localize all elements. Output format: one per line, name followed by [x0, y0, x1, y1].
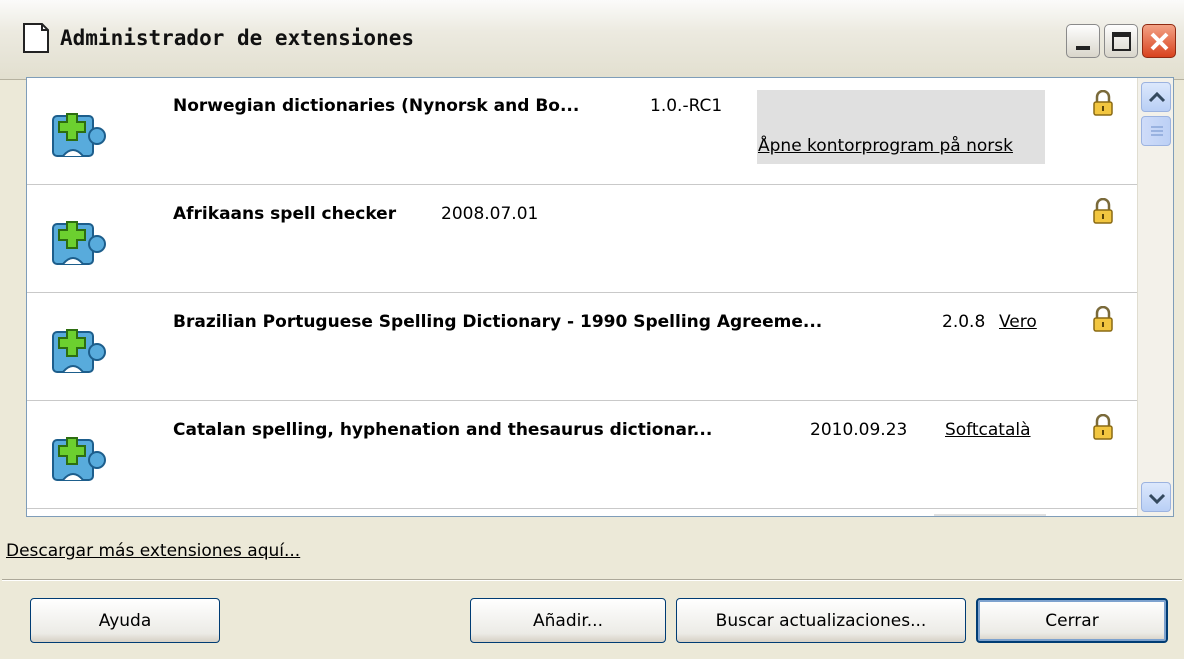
window-title: Administrador de extensiones — [60, 26, 415, 50]
extension-version: 2010.09.23 — [810, 420, 908, 440]
add-button[interactable]: Añadir... — [470, 598, 666, 643]
lock-icon — [1093, 414, 1113, 440]
scroll-up-button[interactable] — [1141, 82, 1171, 112]
title-bar[interactable]: Administrador de extensiones — [0, 0, 1184, 80]
minimize-button[interactable] — [1066, 24, 1100, 58]
extension-name: Catalan spelling, hyphenation and thesau… — [173, 420, 713, 440]
extension-row-partial[interactable] — [27, 510, 1137, 516]
puzzle-piece-plus-icon — [52, 113, 106, 157]
extension-name: Brazilian Portuguese Spelling Dictionary… — [173, 312, 823, 332]
grip-icon — [1151, 126, 1163, 136]
maximize-button[interactable] — [1104, 24, 1138, 58]
extension-name: Afrikaans spell checker — [173, 204, 397, 224]
list-scrollbar[interactable] — [1137, 78, 1173, 516]
extension-version: 1.0.-RC1 — [650, 96, 723, 116]
chevron-up-icon — [1148, 91, 1166, 103]
document-icon — [23, 23, 49, 53]
publisher-link[interactable]: Åpne kontorprogram på norsk — [758, 136, 1013, 156]
puzzle-piece-plus-icon — [52, 221, 106, 265]
divider — [2, 579, 1182, 581]
extension-row-afrikaans[interactable]: Afrikaans spell checker 2008.07.01 — [27, 186, 1137, 293]
minimize-icon — [1076, 46, 1090, 50]
lock-icon — [1093, 90, 1113, 116]
extension-manager-window: Administrador de extensiones Norwegian d… — [0, 0, 1184, 659]
download-more-extensions-link[interactable]: Descargar más extensiones aquí... — [6, 541, 300, 561]
extensions-list[interactable]: Norwegian dictionaries (Nynorsk and Bo..… — [26, 77, 1174, 517]
lock-icon — [1093, 306, 1113, 332]
extension-name: Norwegian dictionaries (Nynorsk and Bo..… — [173, 96, 580, 116]
close-window-button[interactable] — [1142, 24, 1176, 58]
extension-version: 2.0.8 — [942, 312, 986, 332]
chevron-down-icon — [1148, 493, 1166, 505]
extension-row-brazilian-portuguese[interactable]: Brazilian Portuguese Spelling Dictionary… — [27, 294, 1137, 401]
puzzle-piece-plus-icon — [52, 437, 106, 481]
maximize-icon — [1112, 32, 1131, 51]
extension-version: 2008.07.01 — [441, 204, 539, 224]
scroll-down-button[interactable] — [1141, 482, 1171, 512]
publisher-link[interactable]: Softcatalà — [945, 420, 1031, 440]
check-updates-button[interactable]: Buscar actualizaciones... — [676, 598, 966, 643]
publisher-link[interactable]: Vero — [999, 312, 1037, 332]
close-button[interactable]: Cerrar — [976, 598, 1168, 643]
close-icon — [1150, 32, 1169, 51]
lock-icon — [1093, 198, 1113, 224]
extension-row-norwegian[interactable]: Norwegian dictionaries (Nynorsk and Bo..… — [27, 78, 1137, 185]
help-button[interactable]: Ayuda — [30, 598, 220, 643]
scroll-thumb[interactable] — [1141, 116, 1171, 146]
extension-row-catalan[interactable]: Catalan spelling, hyphenation and thesau… — [27, 402, 1137, 509]
selection-highlight — [934, 514, 1046, 516]
puzzle-piece-plus-icon — [52, 329, 106, 373]
